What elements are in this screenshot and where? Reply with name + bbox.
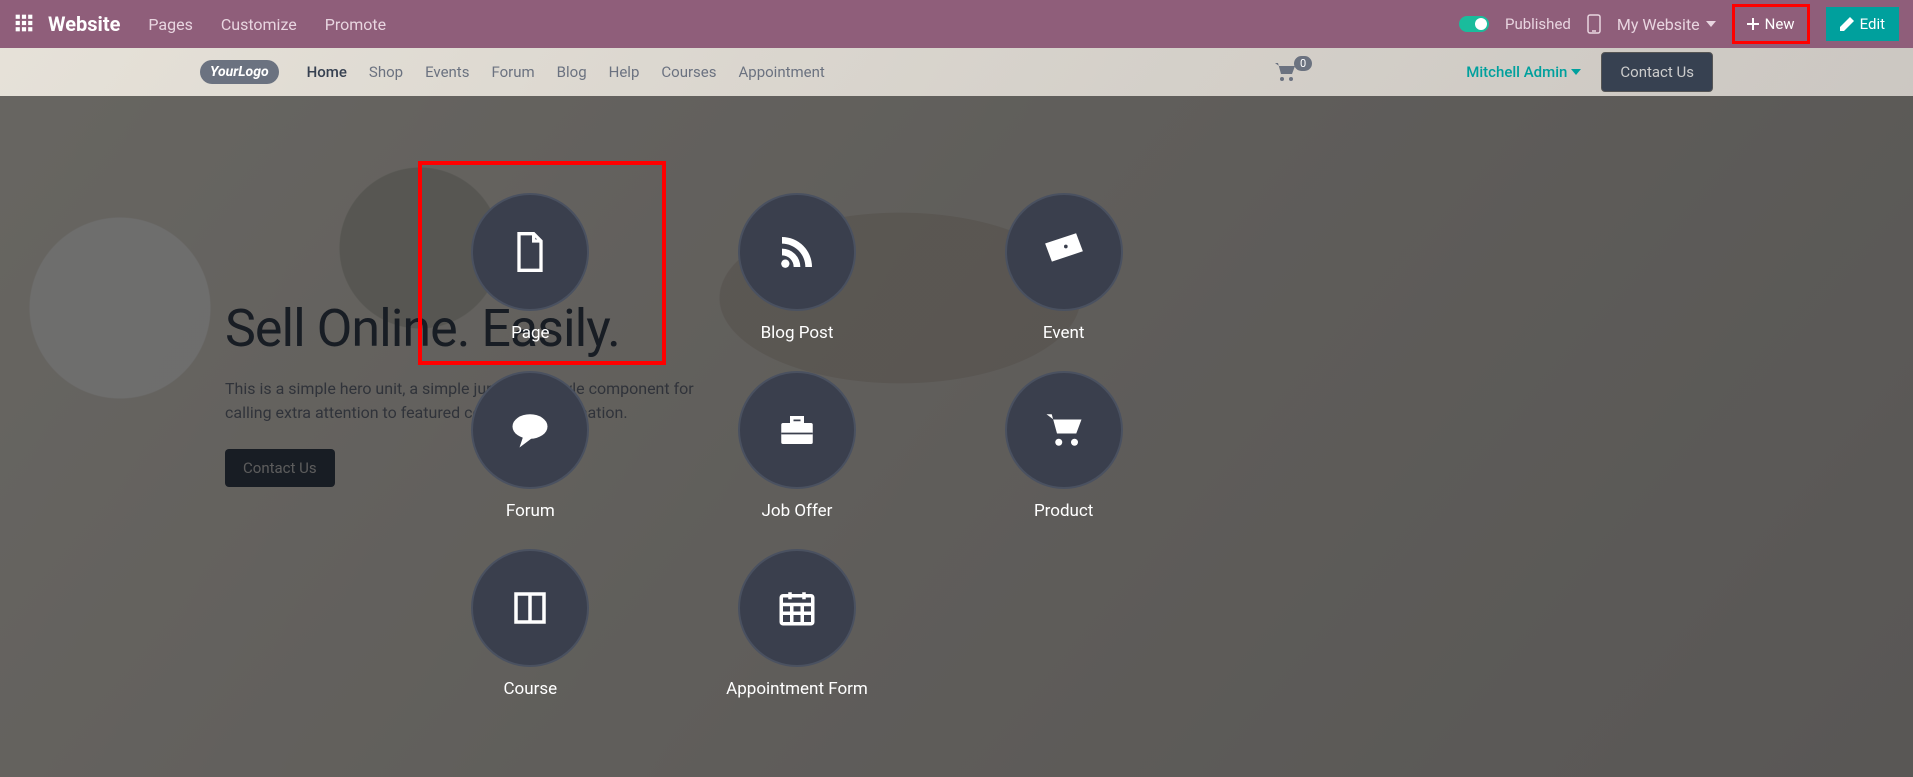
menu-pages[interactable]: Pages: [148, 15, 192, 34]
apps-icon[interactable]: [14, 13, 36, 35]
picker-product[interactable]: Product: [970, 371, 1157, 521]
nav-courses[interactable]: Courses: [661, 63, 716, 81]
published-toggle[interactable]: [1459, 16, 1489, 32]
file-icon: [508, 230, 552, 274]
picker-page[interactable]: Page: [437, 193, 624, 343]
edit-button[interactable]: Edit: [1826, 7, 1899, 41]
published-label: Published: [1505, 15, 1571, 33]
mobile-icon[interactable]: [1587, 14, 1601, 34]
picker-label: Page: [511, 323, 549, 343]
new-button[interactable]: New: [1732, 4, 1810, 44]
picker-blog-post[interactable]: Blog Post: [704, 193, 891, 343]
rss-icon: [777, 232, 817, 272]
menu-promote[interactable]: Promote: [325, 15, 386, 34]
menu-customize[interactable]: Customize: [221, 15, 297, 34]
briefcase-icon: [776, 409, 818, 451]
ticket-icon: [1042, 230, 1086, 274]
book-icon: [509, 587, 551, 629]
new-content-picker: Page Blog Post Event Forum Job Offer Pro…: [437, 193, 1157, 699]
nav-shop[interactable]: Shop: [369, 63, 403, 81]
mywebsite-dropdown[interactable]: My Website: [1617, 15, 1716, 34]
nav-home[interactable]: Home: [307, 63, 347, 81]
mywebsite-label: My Website: [1617, 15, 1700, 34]
pencil-icon: [1840, 17, 1854, 31]
logo[interactable]: YourLogo: [200, 60, 279, 84]
chevron-down-icon: [1706, 21, 1716, 27]
calendar-icon: [776, 587, 818, 629]
comment-icon: [509, 409, 551, 451]
cart-icon[interactable]: 0: [1274, 62, 1296, 82]
site-header: YourLogo Home Shop Events Forum Blog Hel…: [0, 48, 1913, 96]
picker-course[interactable]: Course: [437, 549, 624, 699]
picker-label: Event: [1043, 323, 1085, 343]
picker-label: Appointment Form: [726, 679, 868, 699]
site-nav: Home Shop Events Forum Blog Help Courses…: [307, 63, 825, 81]
user-name-label: Mitchell Admin: [1466, 63, 1567, 81]
user-dropdown[interactable]: Mitchell Admin: [1466, 63, 1581, 81]
picker-label: Forum: [506, 501, 555, 521]
top-toolbar: Website Pages Customize Promote Publishe…: [0, 0, 1913, 48]
nav-appointment[interactable]: Appointment: [739, 63, 825, 81]
picker-label: Job Offer: [762, 501, 833, 521]
edit-label: Edit: [1860, 15, 1885, 33]
site-area: YourLogo Home Shop Events Forum Blog Hel…: [0, 48, 1913, 777]
chevron-down-icon: [1571, 69, 1581, 75]
plus-icon: [1747, 18, 1759, 30]
nav-blog[interactable]: Blog: [557, 63, 587, 81]
nav-help[interactable]: Help: [609, 63, 640, 81]
brand-title[interactable]: Website: [48, 12, 120, 36]
toolbar-menu: Pages Customize Promote: [148, 15, 386, 34]
cart-badge: 0: [1294, 56, 1312, 71]
contact-us-button[interactable]: Contact Us: [1601, 52, 1713, 92]
picker-event[interactable]: Event: [970, 193, 1157, 343]
picker-label: Blog Post: [761, 323, 834, 343]
new-label: New: [1765, 15, 1795, 33]
nav-forum[interactable]: Forum: [491, 63, 534, 81]
picker-label: Product: [1034, 501, 1093, 521]
picker-label: Course: [503, 679, 557, 699]
nav-events[interactable]: Events: [425, 63, 469, 81]
cart-icon: [1043, 409, 1085, 451]
picker-job-offer[interactable]: Job Offer: [704, 371, 891, 521]
picker-forum[interactable]: Forum: [437, 371, 624, 521]
picker-appointment-form[interactable]: Appointment Form: [704, 549, 891, 699]
